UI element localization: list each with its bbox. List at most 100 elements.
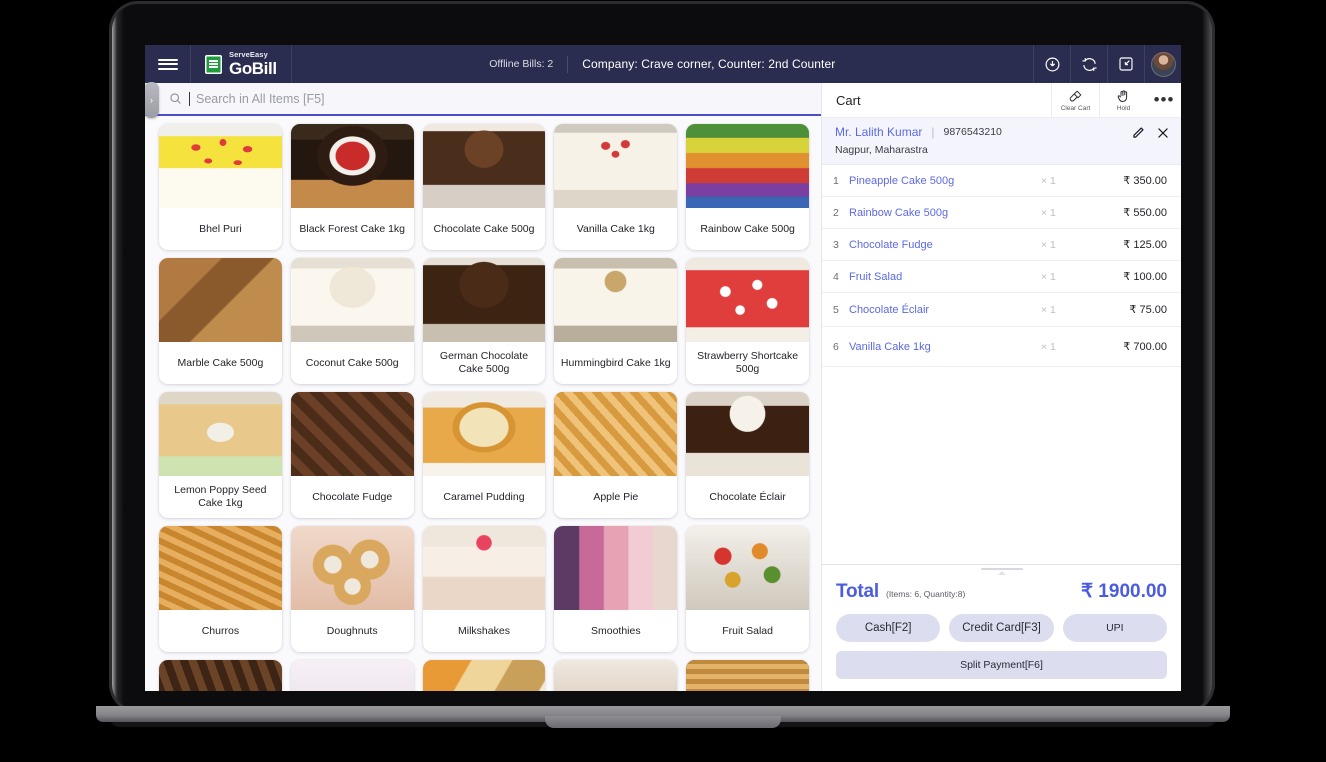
product-label: Caramel Pudding <box>443 490 525 503</box>
app-body: › Bhel Puri Black Forest Cake 1kg Chocolat… <box>145 82 1181 691</box>
cart-item-index: 4 <box>833 270 839 283</box>
cart-item-list[interactable]: 1 Pineapple Cake 500g × 1 ₹ 350.00 2 Rainbow … <box>822 165 1181 564</box>
search-input[interactable] <box>196 91 616 106</box>
rainbow-cake-image <box>686 124 809 208</box>
brand-logo[interactable]: ServeEasy GoBill <box>191 45 292 83</box>
cart-item-quantity[interactable]: × 1 <box>1041 271 1093 283</box>
smoothies-image <box>554 526 678 610</box>
bread-rolls-image <box>554 660 678 691</box>
product-card[interactable]: Apple Pie <box>554 392 678 518</box>
product-card[interactable]: German Chocolate Cake 500g <box>422 258 546 384</box>
total-label: Total <box>836 581 879 602</box>
cart-item-row[interactable]: 4 Fruit Salad × 1 ₹ 100.00 <box>822 261 1181 293</box>
brand-title: GoBill <box>229 58 277 78</box>
product-card[interactable]: Rainbow Cake 500g <box>686 124 809 250</box>
product-card[interactable]: Vanilla Cake 1kg <box>554 124 678 250</box>
product-card[interactable]: Chocolate Cake 500g <box>422 124 546 250</box>
search-icon <box>169 92 182 105</box>
product-card[interactable]: Doughnuts <box>290 526 414 652</box>
text-cursor <box>189 91 190 106</box>
cart-item-row[interactable]: 5 Chocolate Éclair × 1 ₹ 75.00 <box>822 293 1181 327</box>
sidebar-toggle-handle[interactable]: › <box>145 82 159 118</box>
product-card[interactable] <box>290 660 414 691</box>
close-x-icon[interactable] <box>1156 126 1170 140</box>
cart-item-quantity[interactable]: × 1 <box>1041 239 1093 251</box>
cart-item-quantity[interactable]: × 1 <box>1041 341 1093 353</box>
cart-item-name[interactable]: Chocolate Éclair <box>849 304 1041 316</box>
download-clock-icon[interactable] <box>1033 45 1070 83</box>
brand-subtitle: ServeEasy <box>229 50 268 60</box>
product-card[interactable]: Fruit Salad <box>686 526 809 652</box>
cart-item-price: ₹ 100.00 <box>1123 271 1167 283</box>
payment-button-cash-f2[interactable]: Cash[F2] <box>836 614 941 642</box>
cart-item-price: ₹ 125.00 <box>1123 239 1167 251</box>
cart-item-quantity[interactable]: × 1 <box>1041 175 1093 187</box>
cart-item-row[interactable]: 6 Vanilla Cake 1kg × 1 ₹ 700.00 <box>822 327 1181 367</box>
product-card[interactable] <box>422 660 546 691</box>
cart-item-index: 2 <box>833 206 839 219</box>
collapse-screen-icon[interactable] <box>1107 45 1144 83</box>
product-label: Smoothies <box>590 624 641 637</box>
chocolate-eclair-image <box>686 392 809 476</box>
offline-bills-status: Offline Bills: 2 <box>489 58 554 70</box>
product-card[interactable]: Bhel Puri <box>159 124 282 250</box>
divider <box>567 55 569 73</box>
product-card[interactable] <box>159 660 282 691</box>
sync-refresh-icon[interactable] <box>1070 45 1107 83</box>
pastry-platter-image <box>422 660 546 691</box>
payment-button-credit-card-f3[interactable]: Credit Card[F3] <box>949 614 1054 642</box>
chocolate-fudge-image <box>290 392 414 476</box>
total-row: Total (Items: 6, Quantity:8) ₹ 1900.00 <box>836 580 1167 603</box>
cart-item-name[interactable]: Pineapple Cake 500g <box>849 175 1041 187</box>
edit-pencil-icon[interactable] <box>1131 126 1145 140</box>
cart-item-quantity[interactable]: × 1 <box>1041 304 1093 316</box>
cart-item-name[interactable]: Vanilla Cake 1kg <box>849 341 1041 353</box>
cart-item-row[interactable]: 2 Rainbow Cake 500g × 1 ₹ 550.00 <box>822 197 1181 229</box>
product-label: Milkshakes <box>458 624 510 637</box>
product-card[interactable]: Chocolate Fudge <box>290 392 414 518</box>
app-topbar: ServeEasy GoBill Offline Bills: 2 Compan… <box>145 45 1181 83</box>
product-card[interactable]: Smoothies <box>554 526 678 652</box>
cart-item-name[interactable]: Chocolate Fudge <box>849 239 1041 251</box>
product-card[interactable]: Black Forest Cake 1kg <box>290 124 414 250</box>
split-payment-button[interactable]: Split Payment[F6] <box>836 651 1167 679</box>
customer-address: Nagpur, Maharastra <box>835 144 928 156</box>
avatar-image <box>1150 51 1176 77</box>
app-screen: ServeEasy GoBill Offline Bills: 2 Compan… <box>145 45 1181 691</box>
cart-item-row[interactable]: 3 Chocolate Fudge × 1 ₹ 125.00 <box>822 229 1181 261</box>
coconut-cake-image <box>290 258 414 342</box>
product-card[interactable] <box>554 660 678 691</box>
product-card[interactable]: Coconut Cake 500g <box>290 258 414 384</box>
cart-item-quantity[interactable]: × 1 <box>1041 207 1093 219</box>
cart-item-index: 1 <box>833 174 839 187</box>
clear-cart-button[interactable]: Clear Cart <box>1051 82 1099 118</box>
product-grid-scroll[interactable]: Bhel Puri Black Forest Cake 1kg Chocolate … <box>145 116 821 691</box>
product-card[interactable]: Hummingbird Cake 1kg <box>554 258 678 384</box>
cart-more-menu-icon[interactable]: ••• <box>1147 83 1181 118</box>
product-card[interactable]: Strawberry Shortcake 500g <box>686 258 809 384</box>
product-grid: Bhel Puri Black Forest Cake 1kg Chocolate … <box>159 124 809 691</box>
topbar-icon-group <box>1033 45 1181 83</box>
cart-item-row[interactable]: 1 Pineapple Cake 500g × 1 ₹ 350.00 <box>822 165 1181 197</box>
product-card[interactable]: Churros <box>159 526 282 652</box>
footer-drag-handle[interactable] <box>980 568 1023 575</box>
product-card[interactable]: Caramel Pudding <box>422 392 546 518</box>
total-amount: ₹ 1900.00 <box>1080 581 1167 602</box>
customer-name[interactable]: Mr. Lalith Kumar <box>835 125 922 139</box>
product-card[interactable]: Lemon Poppy Seed Cake 1kg <box>159 392 282 518</box>
cart-item-name[interactable]: Fruit Salad <box>849 271 1041 283</box>
product-label: Vanilla Cake 1kg <box>576 222 655 235</box>
payment-button-upi[interactable]: UPI <box>1062 614 1167 642</box>
product-label: Strawberry Shortcake 500g <box>697 350 799 375</box>
payment-buttons-row: Cash[F2] Credit Card[F3] UPI <box>836 614 1167 642</box>
product-card[interactable]: Chocolate Éclair <box>686 392 809 518</box>
product-card[interactable]: Milkshakes <box>422 526 546 652</box>
products-pane: › Bhel Puri Black Forest Cake 1kg Chocolat… <box>145 82 821 691</box>
laptop-base-notch <box>545 716 781 728</box>
cart-item-name[interactable]: Rainbow Cake 500g <box>849 207 1041 219</box>
product-card[interactable] <box>686 660 809 691</box>
hamburger-menu-icon[interactable] <box>145 45 191 83</box>
product-card[interactable]: Marble Cake 500g <box>159 258 282 384</box>
hold-button[interactable]: Hold <box>1099 82 1147 118</box>
user-avatar[interactable] <box>1144 45 1181 83</box>
